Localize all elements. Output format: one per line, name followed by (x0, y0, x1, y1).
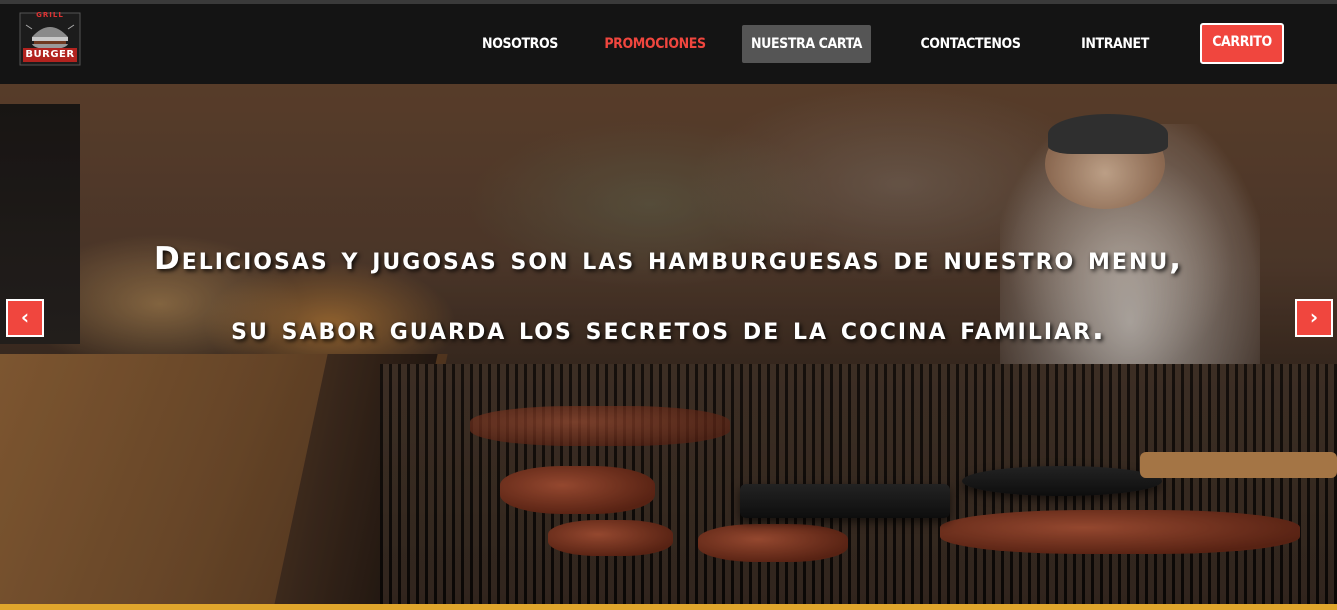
nav-promociones[interactable]: PROMOCIONES (600, 25, 710, 63)
brand-logo[interactable]: GRILL BURGER (18, 11, 82, 67)
hero-caption: Deliciosas y jugosas son las hamburguesa… (60, 224, 1277, 364)
nav-intranet[interactable]: INTRANET (1070, 25, 1160, 63)
navbar: GRILL BURGER NOSOTROS PROMOCIONES NUESTR… (0, 4, 1337, 84)
logo-main-text: BURGER (23, 48, 77, 62)
bottom-accent-bar (0, 604, 1337, 610)
nav-contactenos[interactable]: CONTACTENOS (913, 25, 1028, 63)
logo-top-text: GRILL (36, 11, 64, 19)
hero-carousel: Deliciosas y jugosas son las hamburguesa… (0, 84, 1337, 606)
chevron-right-icon: › (1309, 305, 1319, 329)
nav-nosotros[interactable]: NOSOTROS (476, 25, 564, 63)
carousel-prev-button[interactable]: ‹ (6, 299, 44, 337)
nav-nuestra-carta[interactable]: NUESTRA CARTA (742, 25, 871, 63)
cart-button[interactable]: CARRITO (1200, 23, 1284, 64)
hero-caption-line2: su sabor guarda los secretos de la cocin… (231, 311, 1106, 347)
chevron-left-icon: ‹ (20, 305, 30, 329)
hero-caption-line1: Deliciosas y jugosas son las hamburguesa… (154, 241, 1183, 277)
carousel-next-button[interactable]: › (1295, 299, 1333, 337)
